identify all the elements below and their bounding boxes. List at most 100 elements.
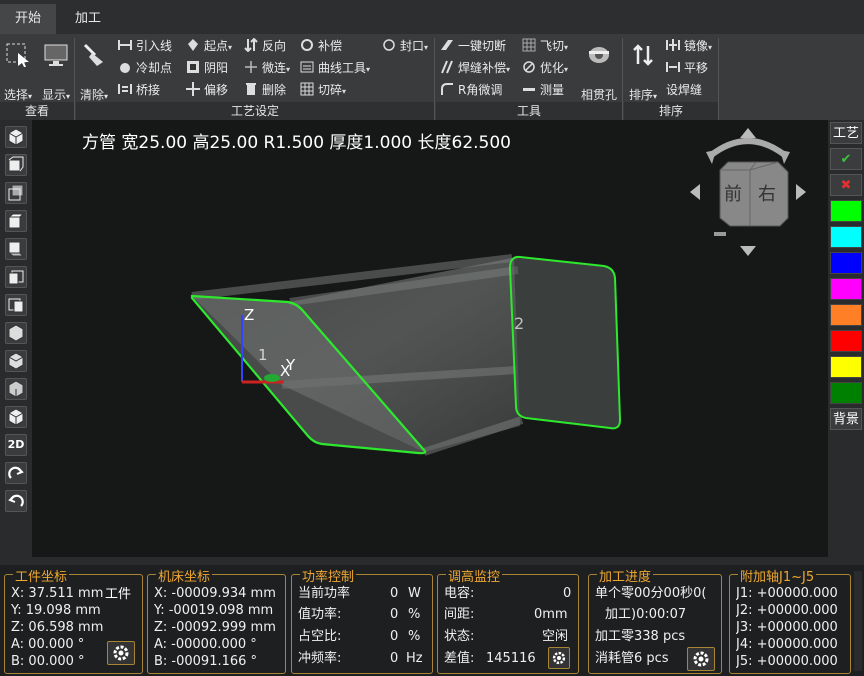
gear-icon <box>113 645 129 661</box>
weld-comp-button[interactable]: 焊缝补偿▾ <box>440 58 510 78</box>
weld-comp-icon <box>441 60 453 74</box>
delete-button[interactable]: 删除 <box>244 80 286 100</box>
translate-icon <box>666 62 680 72</box>
cancel-layer-button[interactable]: ✖ <box>830 174 862 196</box>
power-control-panel: 功率控制 当前功率 0 W 值功率: 0 % 占空比: 0 % 冲频率: 0 H… <box>291 566 433 674</box>
panel-title: 加工进度 <box>597 566 654 585</box>
undo-button[interactable] <box>5 490 27 512</box>
mirror-button[interactable]: 镜像▾ <box>666 36 712 56</box>
3d-viewport[interactable]: 方管 宽25.00 高25.00 R1.500 厚度1.000 长度62.500… <box>32 120 828 557</box>
yinyang-button[interactable]: 阴阳 <box>186 58 228 78</box>
start-point-button[interactable]: 起点▾ <box>186 36 232 56</box>
view-front-button[interactable] <box>5 154 27 176</box>
compensate-button[interactable]: 补偿 <box>300 36 342 56</box>
lead-line-label: 引入线 <box>136 39 173 53</box>
layer-color-swatch[interactable] <box>830 304 862 326</box>
state-label: 状态: <box>444 629 475 644</box>
micro-joint-button[interactable]: 微连▾ <box>244 58 290 78</box>
power-current-label: 当前功率 <box>298 586 351 601</box>
view-iso5-button[interactable] <box>5 406 27 428</box>
view-top-button[interactable] <box>5 210 27 232</box>
redo-icon <box>8 466 24 479</box>
cube-bottom-icon <box>7 241 25 257</box>
group-title-view: 查看 <box>0 102 74 120</box>
intersect-hole-label: 相贯孔 <box>580 88 617 102</box>
power-current-unit: W <box>408 586 421 601</box>
cube-front-face[interactable]: 前 <box>724 180 742 206</box>
check-icon: ✔ <box>840 152 852 167</box>
tab-process[interactable]: 加工 <box>60 4 116 34</box>
fly-cut-button[interactable]: 飞切▾ <box>522 36 568 56</box>
seal-button[interactable]: 封口▾ <box>382 36 428 56</box>
grid-icon <box>300 82 314 96</box>
cool-point-button[interactable]: 冷却点 <box>118 58 172 78</box>
reverse-button[interactable]: 反向 <box>244 36 286 56</box>
intersect-hole-button[interactable]: 相贯孔 <box>578 40 620 102</box>
progress-settings-button[interactable] <box>687 647 715 671</box>
layer-color-swatch[interactable] <box>830 382 862 404</box>
lead-line-button[interactable]: 引入线 <box>118 36 172 56</box>
sort-button[interactable]: 排序▾ <box>626 40 660 102</box>
view-iso-button[interactable] <box>5 126 27 148</box>
bridge-button[interactable]: 桥接 <box>118 80 160 100</box>
group-separator <box>718 38 719 120</box>
layer-color-swatch[interactable] <box>830 356 862 378</box>
work-mode-label[interactable]: 工件 <box>105 583 131 602</box>
measure-button[interactable]: 测量 <box>522 80 564 100</box>
view-iso2-button[interactable] <box>5 322 27 344</box>
one-key-cut-icon <box>441 40 453 50</box>
aux-j1: J1: +00000.000 <box>736 586 838 601</box>
background-layer-button[interactable]: 背景 <box>830 408 862 430</box>
confirm-layer-button[interactable]: ✔ <box>830 148 862 170</box>
layer-color-swatch[interactable] <box>830 226 862 248</box>
work-settings-button[interactable] <box>107 641 135 665</box>
offset-icon <box>186 82 200 96</box>
mirror-label: 镜像 <box>684 39 709 53</box>
curve-tool-icon <box>300 61 314 73</box>
app-window: 开始 加工 选择▾ 显示▾ 查看 清除▾ 引入线 冷却点 桥接 起点▾ 阴阳 偏… <box>0 0 864 676</box>
cut-scrap-button[interactable]: 切碎▾ <box>300 80 346 100</box>
seal-label: 封口 <box>400 39 425 53</box>
view-2d-button[interactable]: 2D <box>5 434 27 456</box>
layer-palette: 工艺 ✔ ✖ 背景 <box>828 120 864 565</box>
view-back-button[interactable] <box>5 182 27 204</box>
one-key-cut-button[interactable]: 一键切断 <box>440 36 506 56</box>
view-iso3-button[interactable] <box>5 350 27 372</box>
layer-color-swatch[interactable] <box>830 252 862 274</box>
view-left-button[interactable] <box>5 266 27 288</box>
undo-icon <box>8 494 24 507</box>
display-label: 显示 <box>41 88 66 102</box>
layer-color-swatch[interactable] <box>830 200 862 222</box>
process-layer-button[interactable]: 工艺 <box>830 122 862 144</box>
view-iso4-button[interactable] <box>5 378 27 400</box>
translate-button[interactable]: 平移 <box>666 58 708 78</box>
select-button[interactable]: 选择▾ <box>0 40 36 102</box>
view-bottom-button[interactable] <box>5 238 27 260</box>
group-separator <box>622 38 623 120</box>
curve-tool-button[interactable]: 曲线工具▾ <box>300 58 370 78</box>
panel-scrollbar[interactable] <box>854 571 862 671</box>
tab-start[interactable]: 开始 <box>0 4 56 34</box>
height-settings-button[interactable] <box>548 647 570 669</box>
r-corner-icon <box>441 83 453 95</box>
view-cube[interactable]: 前 右 <box>688 126 808 258</box>
aux-axis-panel: 附加轴J1~J5 J1: +00000.000 J2: +00000.000 J… <box>729 566 851 674</box>
layer-color-swatch[interactable] <box>830 278 862 300</box>
set-weld-button[interactable]: 设焊缝 <box>666 80 702 100</box>
cube-right-face[interactable]: 右 <box>758 180 776 206</box>
layer-color-swatch[interactable] <box>830 330 862 352</box>
redo-button[interactable] <box>5 462 27 484</box>
cube-left-icon <box>8 270 24 285</box>
display-button[interactable]: 显示▾ <box>38 40 74 102</box>
splitter[interactable] <box>0 557 864 565</box>
delete-label: 删除 <box>262 83 287 97</box>
point-label-2: 2 <box>514 314 525 333</box>
compensate-label: 补偿 <box>318 39 343 53</box>
r-corner-button[interactable]: R角微调 <box>440 80 502 100</box>
offset-button[interactable]: 偏移 <box>186 80 228 100</box>
group-title-tools: 工具 <box>436 102 622 120</box>
clear-button[interactable]: 清除▾ <box>76 40 112 102</box>
single-part-time: 单个零00分00秒0( <box>595 586 707 601</box>
optimize-button[interactable]: 优化▾ <box>522 58 568 78</box>
view-right-button[interactable] <box>5 294 27 316</box>
